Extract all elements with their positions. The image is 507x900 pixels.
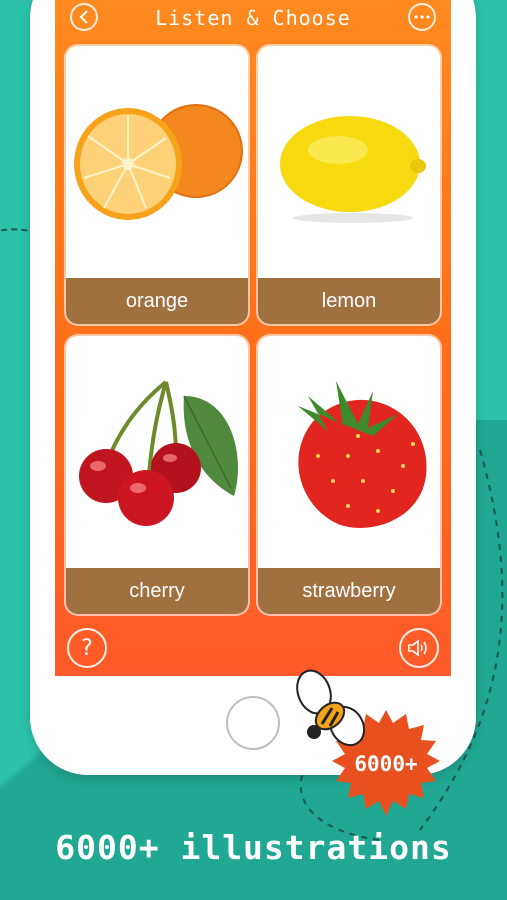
page-title: Listen & Choose xyxy=(155,6,351,30)
card-label: orange xyxy=(66,276,248,324)
home-button[interactable] xyxy=(226,696,280,750)
speaker-icon xyxy=(408,639,427,657)
answer-card-strawberry[interactable]: strawberry xyxy=(258,336,440,614)
more-dots-icon xyxy=(414,15,430,19)
cherry-icon xyxy=(79,380,238,526)
lemon-icon xyxy=(280,116,426,223)
orange-icon xyxy=(74,104,243,220)
header-bar: Listen & Choose xyxy=(55,0,451,36)
back-button[interactable] xyxy=(70,3,98,31)
promo-caption: 6000+ illustrations xyxy=(55,828,452,867)
card-label: cherry xyxy=(66,566,248,614)
bee-icon xyxy=(296,669,366,747)
card-label: strawberry xyxy=(258,566,440,614)
help-icon: ? xyxy=(81,635,93,661)
card-label: lemon xyxy=(258,276,440,324)
answer-card-orange[interactable]: orange xyxy=(66,46,248,324)
app-screen: Listen & Choose orange lemon cherry stra… xyxy=(55,0,451,676)
answer-card-lemon[interactable]: lemon xyxy=(258,46,440,324)
answer-card-cherry[interactable]: cherry xyxy=(66,336,248,614)
play-sound-button[interactable] xyxy=(399,628,439,668)
help-button[interactable]: ? xyxy=(67,628,107,668)
strawberry-icon xyxy=(298,381,427,528)
chevron-left-icon xyxy=(79,10,88,24)
more-button[interactable] xyxy=(408,3,436,31)
